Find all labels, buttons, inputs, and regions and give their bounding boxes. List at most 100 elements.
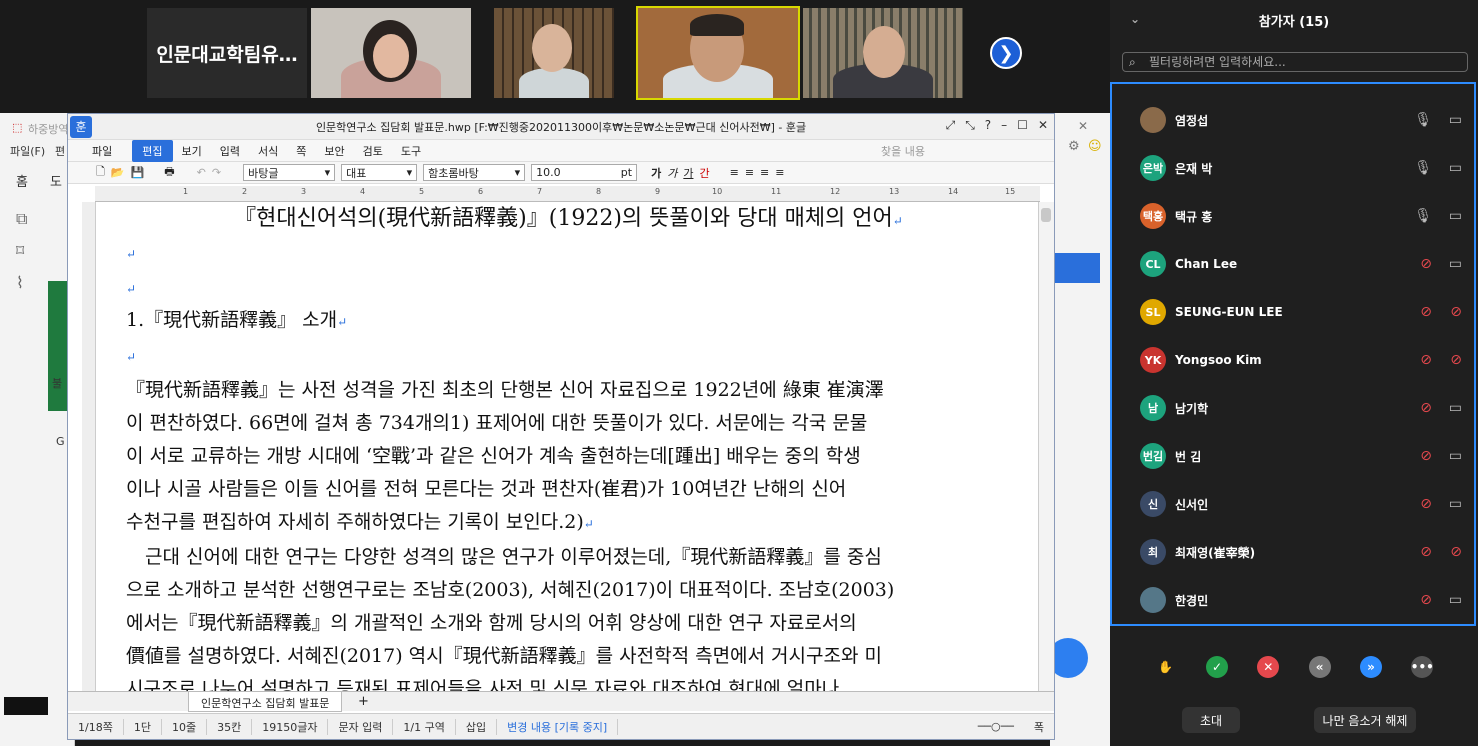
video-tile-4[interactable] (803, 8, 963, 98)
add-tab-button[interactable]: + (358, 694, 369, 709)
mic-muted-icon[interactable]: ⊘ (1420, 592, 1432, 608)
background-home[interactable]: 홈 (16, 171, 28, 190)
mic-muted-icon[interactable]: ⊘ (1420, 544, 1432, 560)
invite-button[interactable]: 초대 (1182, 707, 1240, 733)
menu-insert[interactable]: 입력 (211, 143, 249, 159)
participant-row[interactable]: CL Chan Lee ⊘ ▭ (1112, 240, 1474, 288)
menu-page[interactable]: 쪽 (287, 143, 315, 159)
no-icon[interactable]: ✕ (1257, 656, 1280, 678)
italic-icon[interactable]: 가 (667, 165, 677, 181)
document-body[interactable]: 『현대신어석의(現代新語釋義)』(1922)의 뜻풀이와 당대 매체의 언어↵ … (126, 202, 1011, 692)
split-icon[interactable]: ⤡ (965, 118, 975, 133)
video-tile-3[interactable] (636, 6, 800, 100)
filter-input[interactable]: ⌕ 필터링하려면 입력하세요... (1122, 52, 1468, 72)
settings-icon[interactable]: ⚙ (1068, 139, 1080, 154)
background-menu-file[interactable]: 파일(F) (10, 143, 45, 159)
mic-muted-icon[interactable]: ⊘ (1420, 400, 1432, 416)
video-tile-name[interactable]: 인문대교학팀유… (147, 8, 307, 98)
mic-muted-icon[interactable]: ⊘ (1420, 448, 1432, 464)
unmute-me-button[interactable]: 나만 음소거 해제 (1314, 707, 1416, 733)
align-center-icon[interactable]: ≡ (760, 166, 769, 179)
undo-icon[interactable]: ↶ (197, 166, 206, 179)
scroll-thumb[interactable] (1041, 208, 1051, 222)
zoom-slider[interactable]: ──○── (968, 720, 1024, 733)
mic-icon[interactable]: 🎙 (1414, 112, 1432, 128)
participant-row[interactable]: 번김 번 김 ⊘ ▭ (1112, 432, 1474, 480)
menu-security[interactable]: 보안 (315, 143, 353, 159)
menu-file[interactable]: 파일 (68, 143, 132, 159)
smile-icon[interactable]: ☺ (1088, 139, 1102, 154)
font-select[interactable]: 함초롬바탕 ▾ (423, 164, 526, 181)
close-icon[interactable]: ✕ (1038, 118, 1048, 133)
open-icon[interactable]: 📂 (111, 166, 125, 179)
mic-muted-icon[interactable]: ⊘ (1420, 352, 1432, 368)
yes-icon[interactable]: ✓ (1205, 656, 1228, 678)
video-icon[interactable]: ▭ (1449, 160, 1462, 176)
background-close-icon[interactable]: ✕ (1078, 119, 1088, 133)
horizontal-ruler[interactable]: 1 2 3 4 5 6 7 8 9 10 11 12 13 14 15 (95, 186, 1040, 202)
video-off-icon[interactable]: ⊘ (1450, 544, 1462, 560)
underline-icon[interactable]: 가 (683, 165, 693, 181)
align-left-icon[interactable]: ≡ (745, 166, 754, 179)
menu-review[interactable]: 검토 (354, 143, 392, 159)
mic-muted-icon[interactable]: ⊘ (1420, 304, 1432, 320)
participant-row[interactable]: 신 신서인 ⊘ ▭ (1112, 480, 1474, 528)
participant-row[interactable]: 한경민 ⊘ ▭ (1112, 576, 1474, 624)
help-icon[interactable]: ? (985, 118, 991, 133)
color-icon[interactable]: 간 (699, 165, 709, 181)
maximize-icon[interactable]: ☐ (1017, 118, 1028, 133)
copy-icon[interactable]: ⧉ (16, 209, 27, 229)
video-icon[interactable]: ▭ (1449, 400, 1462, 416)
vertical-ruler[interactable] (82, 202, 95, 692)
video-off-icon[interactable]: ⊘ (1450, 304, 1462, 320)
menu-edit[interactable]: 편집 (132, 139, 173, 162)
status-track[interactable]: 변경 내용 [기록 중지] (497, 718, 619, 735)
align-justify-icon[interactable]: ≡ (730, 166, 739, 179)
more-icon[interactable]: ••• (1411, 656, 1434, 678)
faster-icon[interactable]: » (1359, 656, 1382, 678)
background-do[interactable]: 도 (50, 171, 62, 190)
new-doc-icon[interactable]: 🗋 (96, 163, 105, 182)
document-tab[interactable]: 인문학연구소 집담회 발표문 (188, 692, 343, 712)
bookmark-icon[interactable]: ⌑ (16, 241, 24, 260)
status-insert[interactable]: 삽입 (456, 718, 498, 735)
chevron-down-icon[interactable]: ⌄ (1130, 12, 1140, 26)
minimize-icon[interactable]: – (1001, 118, 1007, 133)
zoom-label[interactable]: 폭 (1024, 719, 1054, 735)
style-select[interactable]: 바탕글 ▾ (243, 164, 336, 181)
next-page-button[interactable]: ❯ (990, 37, 1022, 69)
save-icon[interactable]: 💾 (131, 166, 145, 179)
find-input[interactable]: 찾을 내용 (872, 143, 934, 159)
bold-icon[interactable]: 가 (651, 165, 661, 181)
fullscreen-icon[interactable]: ⤢ (946, 118, 956, 133)
video-icon[interactable]: ▭ (1449, 448, 1462, 464)
participant-row[interactable]: 택홍 택규 홍 🎙 ▭ (1112, 192, 1474, 240)
mic-icon[interactable]: 🎙 (1414, 160, 1432, 176)
video-icon[interactable]: ▭ (1449, 208, 1462, 224)
paperclip-icon[interactable]: ⌇ (16, 273, 24, 292)
menu-format[interactable]: 서식 (249, 143, 287, 159)
align-right-icon[interactable]: ≡ (775, 166, 784, 179)
mic-muted-icon[interactable]: ⊘ (1420, 496, 1432, 512)
mic-muted-icon[interactable]: ⊘ (1420, 256, 1432, 272)
print-icon[interactable]: 🖶 (164, 163, 174, 182)
font-size-select[interactable]: 10.0 pt (531, 164, 638, 181)
participant-row[interactable]: 최 최재영(崔宰榮) ⊘ ⊘ (1112, 528, 1474, 576)
mic-icon[interactable]: 🎙 (1414, 208, 1432, 224)
video-icon[interactable]: ▭ (1449, 256, 1462, 272)
video-tile-1[interactable] (311, 8, 471, 98)
video-icon[interactable]: ▭ (1449, 112, 1462, 128)
video-tile-2[interactable] (494, 8, 614, 98)
video-icon[interactable]: ▭ (1449, 496, 1462, 512)
status-page[interactable]: 1/18쪽 (68, 718, 124, 735)
background-tab[interactable]: 하중방역 (28, 121, 68, 137)
menu-tools[interactable]: 도구 (392, 143, 430, 159)
participant-row[interactable]: 남 남기학 ⊘ ▭ (1112, 384, 1474, 432)
participant-row[interactable]: 염정섭 🎙 ▭ (1112, 96, 1474, 144)
language-select[interactable]: 대표 ▾ (341, 164, 418, 181)
video-icon[interactable]: ▭ (1449, 592, 1462, 608)
participant-row[interactable]: YK Yongsoo Kim ⊘ ⊘ (1112, 336, 1474, 384)
background-menu-edit[interactable]: 편 (55, 143, 65, 159)
document-page[interactable]: 『현대신어석의(現代新語釋義)』(1922)의 뜻풀이와 당대 매체의 언어↵ … (95, 202, 1040, 692)
menu-view[interactable]: 보기 (173, 143, 211, 159)
